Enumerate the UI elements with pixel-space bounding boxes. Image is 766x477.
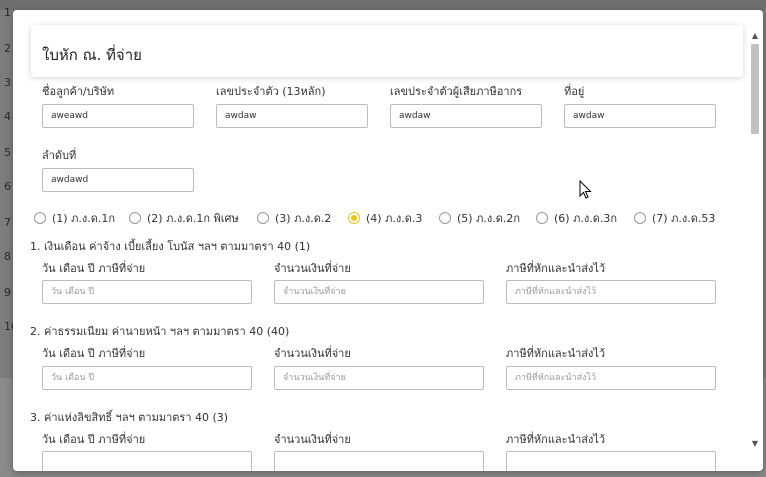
modal-title: ใบหัก ณ. ที่จ่าย (42, 46, 142, 64)
radio-label: (4) ภ.ง.ด.3 (366, 212, 423, 225)
scroll-thumb[interactable] (751, 44, 759, 134)
address-input[interactable] (564, 104, 716, 128)
radio-pnd3[interactable]: (4) ภ.ง.ด.3 (348, 209, 422, 227)
radio-pnd53[interactable]: (7) ภ.ง.ด.53 (634, 209, 715, 227)
background-row-number: 2 (4, 42, 11, 55)
amount-label: จำนวนเงินที่จ่าย (274, 433, 351, 446)
amount-input[interactable] (274, 451, 484, 471)
amount-label: จำนวนเงินที่จ่าย (274, 347, 351, 360)
radio-circle[interactable] (257, 212, 269, 224)
id-number-input[interactable] (216, 104, 368, 128)
background-row-number: 6 (4, 180, 11, 193)
section-title: 1. เงินเดือน ค่าจ้าง เบี้ยเลี้ยง โบนัส ฯ… (30, 240, 311, 253)
taxpayer-id-label: เลขประจำตัวผู้เสียภาษีอากร (390, 85, 523, 98)
radio-label: (3) ภ.ง.ด.2 (275, 212, 332, 225)
sequence-label: ลำดับที่ (42, 149, 77, 162)
pay-date-input[interactable] (42, 280, 252, 304)
modal-header: ใบหัก ณ. ที่จ่าย (31, 25, 743, 77)
radio-label: (7) ภ.ง.ด.53 (652, 212, 716, 225)
withholding-tax-modal: ใบหัก ณ. ที่จ่าย ชื่อลูกค้า/บริษัท เลขปร… (13, 10, 763, 471)
radio-pnd1k-special[interactable]: (2) ภ.ง.ด.1ก พิเศษ (129, 209, 239, 227)
background-row-number: 1 (4, 6, 11, 19)
amount-label: จำนวนเงินที่จ่าย (274, 262, 351, 275)
radio-pnd2k[interactable]: (5) ภ.ง.ด.2ก (439, 209, 520, 227)
background-row-number: 8 (4, 250, 11, 263)
pay-date-input[interactable] (42, 366, 252, 390)
background-row-number: 9 (4, 286, 11, 299)
address-label: ที่อยู่ (564, 85, 585, 98)
background-topbar (0, 0, 766, 10)
tax-input[interactable] (506, 366, 716, 390)
customer-name-label: ชื่อลูกค้า/บริษัท (42, 85, 115, 98)
tax-input[interactable] (506, 280, 716, 304)
amount-input[interactable] (274, 366, 484, 390)
pay-date-label: วัน เดือน ปี ภาษีที่จ่าย (42, 262, 146, 275)
id-number-label: เลขประจำตัว (13หลัก) (216, 85, 326, 98)
tax-input[interactable] (506, 451, 716, 471)
radio-circle[interactable] (439, 212, 451, 224)
taxpayer-id-input[interactable] (390, 104, 542, 128)
background-row-number: 3 (4, 76, 11, 89)
pay-date-input[interactable] (42, 451, 252, 471)
radio-circle-checked[interactable] (348, 212, 360, 224)
radio-circle[interactable] (536, 212, 548, 224)
section-title: 3. ค่าแห่งลิขสิทธิ์ ฯลฯ ตามมาตรา 40 (3) (30, 411, 229, 424)
section-title: 2. ค่าธรรมเนียม ค่านายหน้า ฯลฯ ตามมาตรา … (30, 325, 290, 338)
radio-label: (5) ภ.ง.ด.2ก (457, 212, 520, 225)
mouse-pointer-icon (579, 180, 592, 199)
radio-pnd1k[interactable]: (1) ภ.ง.ด.1ก (34, 209, 115, 227)
radio-circle[interactable] (34, 212, 46, 224)
scroll-up-arrow-icon[interactable]: ▲ (749, 30, 761, 42)
tax-label: ภาษีที่หักและนำส่งไว้ (506, 347, 606, 360)
radio-label: (1) ภ.ง.ด.1ก (52, 212, 115, 225)
tax-label: ภาษีที่หักและนำส่งไว้ (506, 262, 606, 275)
background-row-number: 5 (4, 146, 11, 159)
background-row-number: 4 (4, 110, 11, 123)
radio-label: (2) ภ.ง.ด.1ก พิเศษ (147, 212, 239, 225)
scroll-down-arrow-icon[interactable]: ▼ (749, 438, 761, 450)
radio-circle[interactable] (129, 212, 141, 224)
pay-date-label: วัน เดือน ปี ภาษีที่จ่าย (42, 433, 146, 446)
modal-scrollbar[interactable]: ▲ ▼ (749, 30, 761, 450)
radio-circle[interactable] (634, 212, 646, 224)
radio-pnd3k[interactable]: (6) ภ.ง.ด.3ก (536, 209, 617, 227)
radio-pnd2[interactable]: (3) ภ.ง.ด.2 (257, 209, 331, 227)
pay-date-label: วัน เดือน ปี ภาษีที่จ่าย (42, 347, 146, 360)
customer-name-input[interactable] (42, 104, 194, 128)
tax-label: ภาษีที่หักและนำส่งไว้ (506, 433, 606, 446)
radio-label: (6) ภ.ง.ด.3ก (554, 212, 617, 225)
amount-input[interactable] (274, 280, 484, 304)
background-row-number: 7 (4, 216, 11, 229)
sequence-input[interactable] (42, 168, 194, 192)
